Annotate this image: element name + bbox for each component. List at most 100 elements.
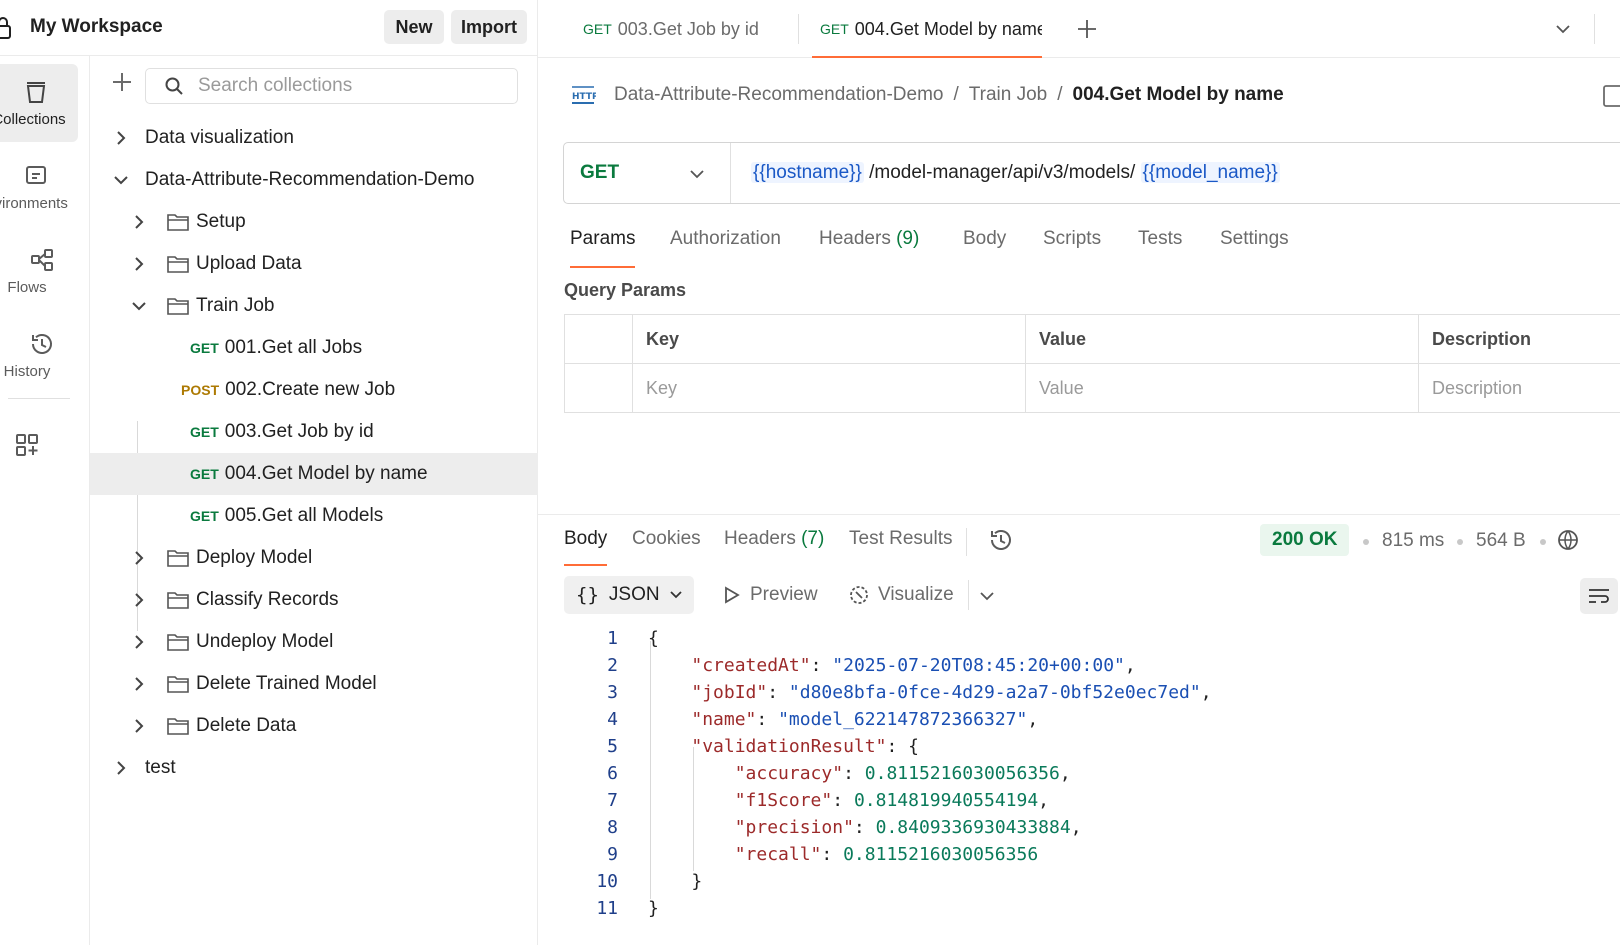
tree-request-005[interactable]: GET 005.Get all Models [90, 495, 538, 537]
tree-label: Upload Data [196, 253, 302, 274]
import-button[interactable]: Import [451, 10, 527, 44]
tree-folder-delete-trained-model[interactable]: Delete Trained Model [90, 663, 538, 705]
tree-folder-upload-data[interactable]: Upload Data [90, 243, 538, 285]
response-tab-cookies[interactable]: Cookies [632, 528, 701, 566]
new-tab-icon[interactable] [1076, 18, 1098, 40]
folder-icon [167, 718, 189, 735]
tree-label: Classify Records [196, 589, 339, 610]
rail-item-environments[interactable]: Environments [0, 148, 78, 226]
key-input[interactable]: Key [633, 364, 1026, 413]
response-size[interactable]: 564 B [1476, 530, 1526, 552]
response-tab-test-results[interactable]: Test Results [849, 528, 952, 566]
toolbar-separator [968, 580, 969, 610]
chevron-down-icon[interactable] [978, 587, 996, 605]
tab-004[interactable]: GET 004.Get Model by name [812, 0, 1042, 58]
environment-icon [26, 165, 46, 184]
value-f1Score: 0.814819940554194 [853, 790, 1039, 811]
response-divider[interactable] [538, 514, 1620, 515]
add-collection-icon[interactable] [110, 70, 134, 94]
save-icon[interactable] [1602, 84, 1620, 108]
tab-scripts[interactable]: Scripts [1043, 228, 1101, 268]
flows-icon [31, 248, 53, 271]
tree-item-dar-demo[interactable]: Data-Attribute-Recommendation-Demo [90, 159, 538, 201]
tree-request-001[interactable]: GET 001.Get all Jobs [90, 327, 538, 369]
tree-folder-delete-data[interactable]: Delete Data [90, 705, 538, 747]
chevron-down-icon[interactable] [1554, 20, 1572, 38]
tab-tests[interactable]: Tests [1138, 228, 1182, 268]
rail-item-apps[interactable] [0, 406, 84, 484]
tree-item-test[interactable]: test [90, 747, 538, 789]
rail-item-flows[interactable]: Flows [0, 232, 84, 310]
chevron-down-icon [132, 302, 146, 311]
format-value: JSON [608, 584, 660, 605]
visualize-button[interactable]: Visualize [848, 584, 954, 606]
tab-settings[interactable]: Settings [1220, 228, 1289, 268]
format-select[interactable]: {} JSON [564, 576, 694, 614]
tab-label: 004.Get Model by name [854, 18, 1042, 39]
status-badge[interactable]: 200 OK [1260, 524, 1350, 556]
url-bar: GET {{hostname}} /model-manager/api/v3/m… [563, 142, 1620, 204]
tree-request-004[interactable]: GET 004.Get Model by name [90, 453, 538, 495]
globe-icon[interactable] [1556, 528, 1582, 554]
tree-request-002[interactable]: POST 002.Create new Job [90, 369, 538, 411]
breadcrumb-current[interactable]: 004.Get Model by name [1073, 84, 1284, 106]
headers-count: (9) [896, 228, 920, 249]
tree-label: Deploy Model [196, 547, 313, 568]
separator-dot [1540, 539, 1546, 545]
preview-button[interactable]: Preview [720, 584, 818, 606]
value-input[interactable]: Value [1026, 364, 1419, 413]
value-createdAt: "2025-07-20T08:45:20+00:00" [832, 655, 1125, 676]
rail-item-history[interactable]: History [0, 316, 84, 394]
folder-icon [167, 214, 189, 231]
tree-label: test [145, 757, 176, 778]
column-header-value: Value [1026, 315, 1419, 364]
apps-grid-icon [16, 434, 38, 456]
breadcrumb-collection[interactable]: Data-Attribute-Recommendation-Demo [614, 84, 943, 106]
tree-item-data-visualization[interactable]: Data visualization [90, 117, 538, 159]
value-precision: 0.8409336930433884 [875, 817, 1071, 838]
history-icon[interactable] [988, 527, 1014, 553]
url-variable-hostname[interactable]: {{hostname}} [751, 162, 864, 183]
tree-folder-classify-records[interactable]: Classify Records [90, 579, 538, 621]
chevron-down-icon [669, 591, 682, 599]
description-input[interactable]: Description [1419, 364, 1620, 413]
tab-authorization[interactable]: Authorization [670, 228, 781, 268]
workspace-title[interactable]: My Workspace [30, 16, 163, 38]
tree-label: 003.Get Job by id [224, 421, 374, 442]
tab-params[interactable]: Params [570, 228, 636, 268]
column-header-description: Description [1419, 315, 1620, 364]
code-line: 11} [596, 898, 659, 919]
chevron-right-icon [135, 215, 144, 229]
code-line: 1{ [607, 628, 659, 649]
method-value: GET [580, 162, 620, 183]
visualize-label: Visualize [878, 584, 954, 605]
tree-folder-undeploy-model[interactable]: Undeploy Model [90, 621, 538, 663]
rail-item-collections[interactable]: Collections [0, 64, 78, 142]
url-variable-model-name[interactable]: {{model_name}} [1140, 162, 1280, 183]
method-select[interactable]: GET [564, 143, 731, 203]
response-time[interactable]: 815 ms [1382, 530, 1444, 552]
tab-separator [966, 528, 967, 556]
response-tab-body[interactable]: Body [564, 528, 608, 566]
tab-label: Headers [724, 528, 796, 549]
tab-body[interactable]: Body [963, 228, 1006, 268]
url-input[interactable]: {{hostname}} /model-manager/api/v3/model… [751, 162, 1280, 184]
tree-label: 004.Get Model by name [224, 463, 428, 484]
search-box [145, 68, 518, 104]
tree-folder-deploy-model[interactable]: Deploy Model [90, 537, 538, 579]
search-input[interactable] [198, 75, 498, 97]
tree-folder-train-job[interactable]: Train Job [90, 285, 538, 327]
checkbox-cell[interactable] [565, 364, 633, 413]
value-recall: 0.8115216030056356 [843, 844, 1039, 865]
wrap-lines-button[interactable] [1580, 578, 1618, 614]
method-badge: POST [181, 382, 220, 398]
breadcrumb-folder[interactable]: Train Job [969, 84, 1048, 106]
tree-request-003[interactable]: GET 003.Get Job by id [90, 411, 538, 453]
tab-003[interactable]: GET 003.Get Job by id [583, 0, 783, 58]
response-tab-headers[interactable]: Headers (7) [724, 528, 824, 566]
new-button[interactable]: New [384, 10, 444, 44]
value-accuracy: 0.8115216030056356 [864, 763, 1060, 784]
tree-folder-setup[interactable]: Setup [90, 201, 538, 243]
tree-label: 005.Get all Models [224, 505, 384, 526]
tab-headers[interactable]: Headers (9) [819, 228, 919, 268]
